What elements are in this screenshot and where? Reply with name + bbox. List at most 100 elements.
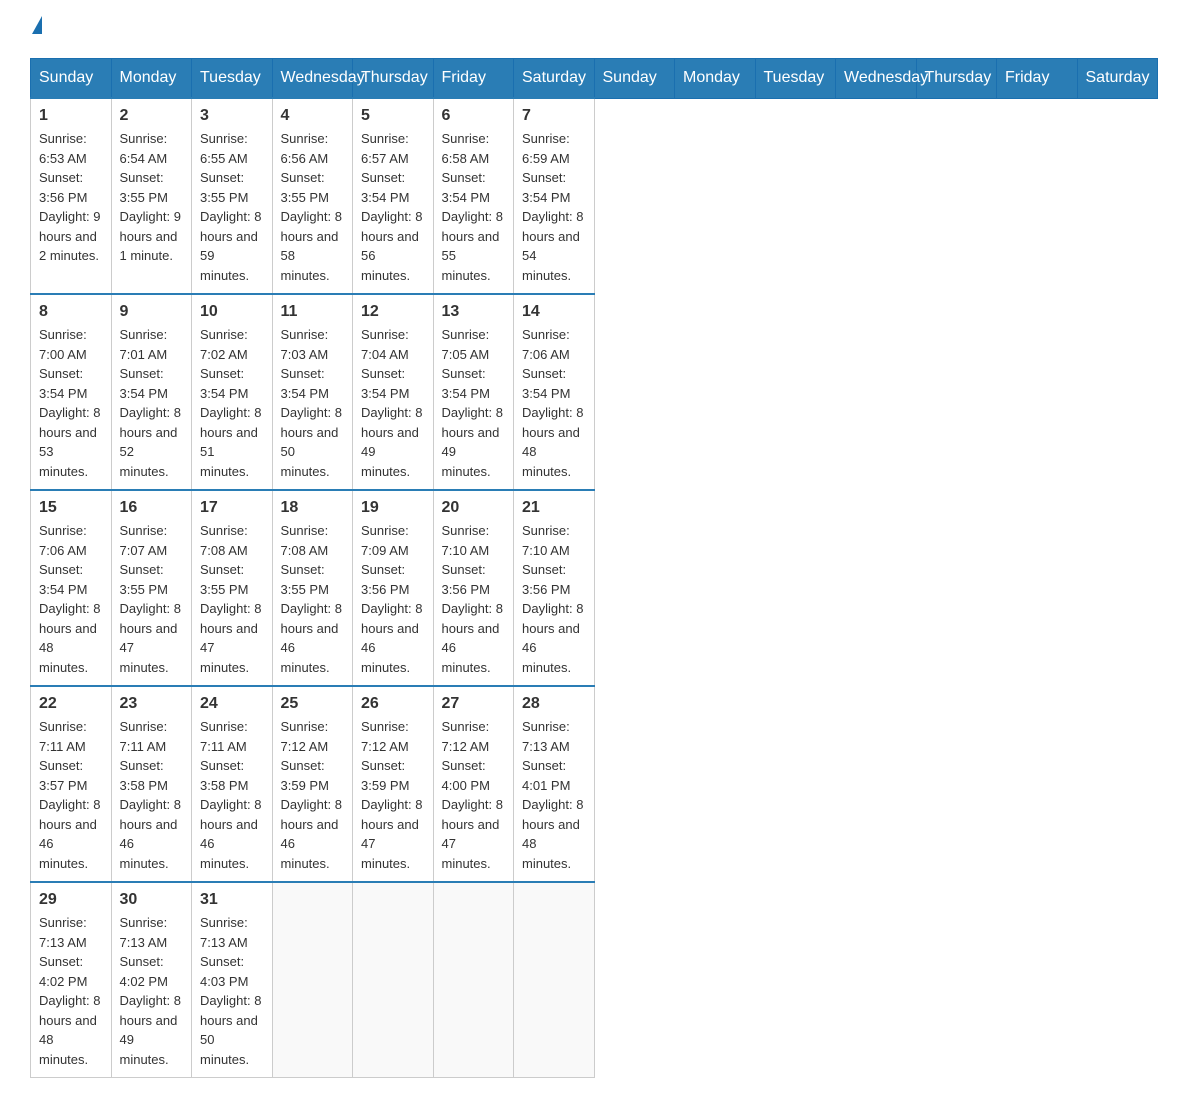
header-day-friday: Friday (997, 59, 1078, 99)
day-number: 11 (281, 303, 345, 321)
logo-triangle-icon (32, 16, 42, 34)
day-info: Sunrise: 7:10 AMSunset: 3:56 PMDaylight:… (442, 521, 506, 677)
calendar-week-row: 29 Sunrise: 7:13 AMSunset: 4:02 PMDaylig… (31, 882, 1158, 1078)
page-header (30, 20, 1158, 38)
calendar-cell: 15 Sunrise: 7:06 AMSunset: 3:54 PMDaylig… (31, 490, 112, 686)
day-info: Sunrise: 6:57 AMSunset: 3:54 PMDaylight:… (361, 129, 425, 285)
calendar-cell: 21 Sunrise: 7:10 AMSunset: 3:56 PMDaylig… (514, 490, 595, 686)
header-day-saturday: Saturday (1077, 59, 1158, 99)
calendar-cell: 11 Sunrise: 7:03 AMSunset: 3:54 PMDaylig… (272, 294, 353, 490)
day-number: 15 (39, 499, 103, 517)
day-info: Sunrise: 6:56 AMSunset: 3:55 PMDaylight:… (281, 129, 345, 285)
calendar-cell: 4 Sunrise: 6:56 AMSunset: 3:55 PMDayligh… (272, 98, 353, 294)
day-info: Sunrise: 7:03 AMSunset: 3:54 PMDaylight:… (281, 325, 345, 481)
day-number: 4 (281, 107, 345, 125)
header-saturday: Saturday (514, 59, 595, 99)
day-info: Sunrise: 7:05 AMSunset: 3:54 PMDaylight:… (442, 325, 506, 481)
day-info: Sunrise: 7:11 AMSunset: 3:58 PMDaylight:… (200, 717, 264, 873)
day-info: Sunrise: 7:13 AMSunset: 4:01 PMDaylight:… (522, 717, 586, 873)
calendar-cell: 2 Sunrise: 6:54 AMSunset: 3:55 PMDayligh… (111, 98, 192, 294)
day-info: Sunrise: 7:01 AMSunset: 3:54 PMDaylight:… (120, 325, 184, 481)
header-thursday: Thursday (353, 59, 434, 99)
day-info: Sunrise: 6:54 AMSunset: 3:55 PMDaylight:… (120, 129, 184, 266)
calendar-cell: 27 Sunrise: 7:12 AMSunset: 4:00 PMDaylig… (433, 686, 514, 882)
day-info: Sunrise: 7:12 AMSunset: 4:00 PMDaylight:… (442, 717, 506, 873)
day-number: 30 (120, 891, 184, 909)
header-day-thursday: Thursday (916, 59, 997, 99)
day-number: 31 (200, 891, 264, 909)
day-number: 19 (361, 499, 425, 517)
calendar-week-row: 22 Sunrise: 7:11 AMSunset: 3:57 PMDaylig… (31, 686, 1158, 882)
day-info: Sunrise: 6:58 AMSunset: 3:54 PMDaylight:… (442, 129, 506, 285)
calendar-cell: 30 Sunrise: 7:13 AMSunset: 4:02 PMDaylig… (111, 882, 192, 1078)
calendar-cell: 6 Sunrise: 6:58 AMSunset: 3:54 PMDayligh… (433, 98, 514, 294)
header-day-wednesday: Wednesday (836, 59, 917, 99)
day-info: Sunrise: 7:12 AMSunset: 3:59 PMDaylight:… (361, 717, 425, 873)
calendar-cell: 22 Sunrise: 7:11 AMSunset: 3:57 PMDaylig… (31, 686, 112, 882)
calendar-header-row: SundayMondayTuesdayWednesdayThursdayFrid… (31, 59, 1158, 99)
calendar-cell: 7 Sunrise: 6:59 AMSunset: 3:54 PMDayligh… (514, 98, 595, 294)
day-number: 2 (120, 107, 184, 125)
day-number: 17 (200, 499, 264, 517)
calendar-cell: 9 Sunrise: 7:01 AMSunset: 3:54 PMDayligh… (111, 294, 192, 490)
day-number: 6 (442, 107, 506, 125)
calendar-cell: 18 Sunrise: 7:08 AMSunset: 3:55 PMDaylig… (272, 490, 353, 686)
calendar-cell (353, 882, 434, 1078)
header-day-tuesday: Tuesday (755, 59, 836, 99)
day-info: Sunrise: 7:08 AMSunset: 3:55 PMDaylight:… (200, 521, 264, 677)
day-info: Sunrise: 7:06 AMSunset: 3:54 PMDaylight:… (522, 325, 586, 481)
calendar-cell: 25 Sunrise: 7:12 AMSunset: 3:59 PMDaylig… (272, 686, 353, 882)
day-info: Sunrise: 6:55 AMSunset: 3:55 PMDaylight:… (200, 129, 264, 285)
day-number: 1 (39, 107, 103, 125)
day-number: 14 (522, 303, 586, 321)
day-info: Sunrise: 7:07 AMSunset: 3:55 PMDaylight:… (120, 521, 184, 677)
day-info: Sunrise: 7:08 AMSunset: 3:55 PMDaylight:… (281, 521, 345, 677)
calendar-cell: 12 Sunrise: 7:04 AMSunset: 3:54 PMDaylig… (353, 294, 434, 490)
calendar-cell: 19 Sunrise: 7:09 AMSunset: 3:56 PMDaylig… (353, 490, 434, 686)
day-info: Sunrise: 7:13 AMSunset: 4:02 PMDaylight:… (120, 913, 184, 1069)
day-info: Sunrise: 7:06 AMSunset: 3:54 PMDaylight:… (39, 521, 103, 677)
day-number: 23 (120, 695, 184, 713)
day-number: 26 (361, 695, 425, 713)
day-number: 8 (39, 303, 103, 321)
calendar-cell: 16 Sunrise: 7:07 AMSunset: 3:55 PMDaylig… (111, 490, 192, 686)
day-number: 22 (39, 695, 103, 713)
day-info: Sunrise: 7:12 AMSunset: 3:59 PMDaylight:… (281, 717, 345, 873)
calendar-cell: 13 Sunrise: 7:05 AMSunset: 3:54 PMDaylig… (433, 294, 514, 490)
day-info: Sunrise: 7:11 AMSunset: 3:58 PMDaylight:… (120, 717, 184, 873)
calendar-cell (433, 882, 514, 1078)
calendar-cell (272, 882, 353, 1078)
day-number: 5 (361, 107, 425, 125)
day-info: Sunrise: 7:09 AMSunset: 3:56 PMDaylight:… (361, 521, 425, 677)
day-info: Sunrise: 6:53 AMSunset: 3:56 PMDaylight:… (39, 129, 103, 266)
calendar-cell (514, 882, 595, 1078)
day-number: 10 (200, 303, 264, 321)
logo (30, 20, 42, 38)
day-info: Sunrise: 7:00 AMSunset: 3:54 PMDaylight:… (39, 325, 103, 481)
header-monday: Monday (111, 59, 192, 99)
calendar-cell: 14 Sunrise: 7:06 AMSunset: 3:54 PMDaylig… (514, 294, 595, 490)
calendar-week-row: 15 Sunrise: 7:06 AMSunset: 3:54 PMDaylig… (31, 490, 1158, 686)
calendar-cell: 26 Sunrise: 7:12 AMSunset: 3:59 PMDaylig… (353, 686, 434, 882)
calendar-cell: 24 Sunrise: 7:11 AMSunset: 3:58 PMDaylig… (192, 686, 273, 882)
header-day-sunday: Sunday (594, 59, 675, 99)
day-number: 3 (200, 107, 264, 125)
header-tuesday: Tuesday (192, 59, 273, 99)
day-number: 25 (281, 695, 345, 713)
calendar-cell: 5 Sunrise: 6:57 AMSunset: 3:54 PMDayligh… (353, 98, 434, 294)
day-info: Sunrise: 6:59 AMSunset: 3:54 PMDaylight:… (522, 129, 586, 285)
calendar-cell: 8 Sunrise: 7:00 AMSunset: 3:54 PMDayligh… (31, 294, 112, 490)
day-number: 20 (442, 499, 506, 517)
day-number: 28 (522, 695, 586, 713)
header-sunday: Sunday (31, 59, 112, 99)
day-info: Sunrise: 7:04 AMSunset: 3:54 PMDaylight:… (361, 325, 425, 481)
day-info: Sunrise: 7:13 AMSunset: 4:03 PMDaylight:… (200, 913, 264, 1069)
day-number: 24 (200, 695, 264, 713)
day-number: 12 (361, 303, 425, 321)
day-number: 7 (522, 107, 586, 125)
day-number: 9 (120, 303, 184, 321)
calendar-table: SundayMondayTuesdayWednesdayThursdayFrid… (30, 58, 1158, 1078)
calendar-week-row: 8 Sunrise: 7:00 AMSunset: 3:54 PMDayligh… (31, 294, 1158, 490)
day-number: 29 (39, 891, 103, 909)
day-number: 21 (522, 499, 586, 517)
